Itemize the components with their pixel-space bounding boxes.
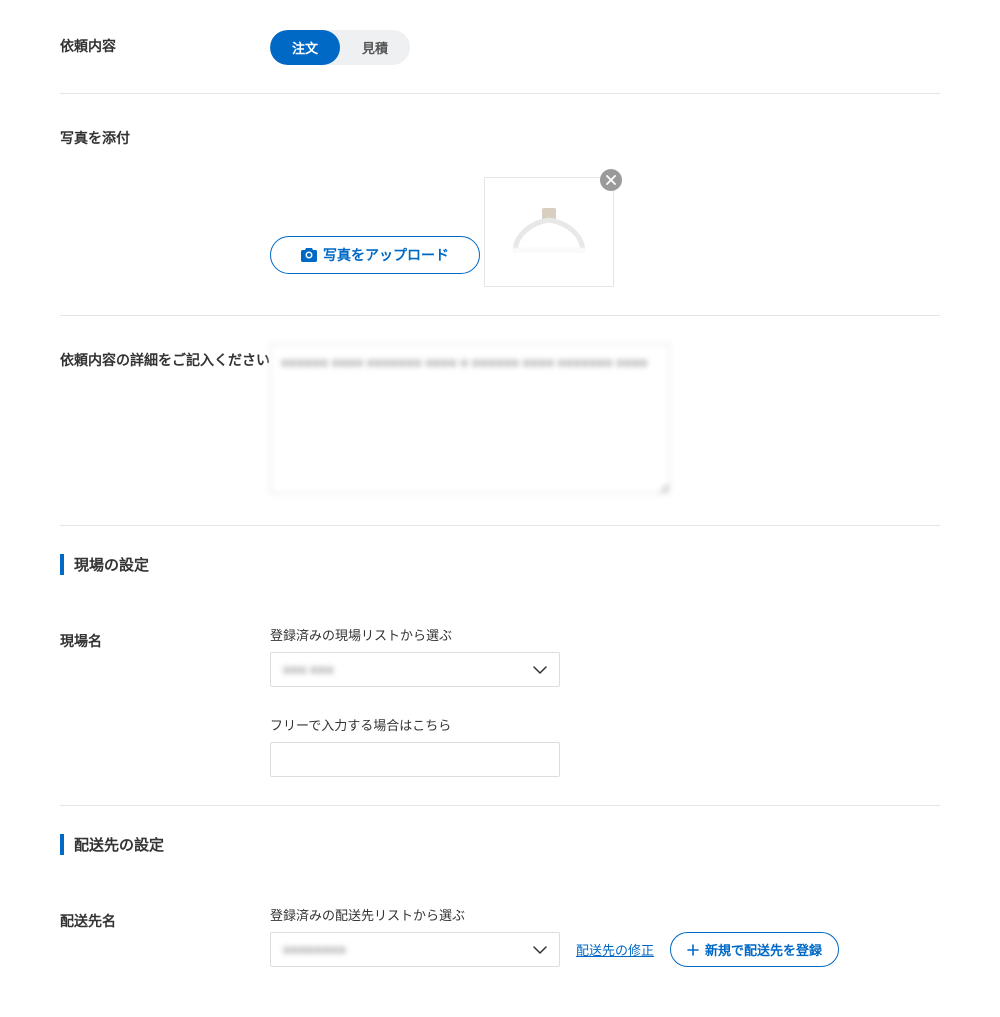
add-delivery-button-label: 新規で配送先を登録: [705, 940, 822, 959]
site-select-value: ■■■ ■■■: [283, 662, 334, 677]
attach-row: 写真を添付 写真をアップロード: [60, 122, 940, 287]
divider: [60, 315, 940, 316]
delivery-select[interactable]: ■■■■■■■■: [270, 932, 560, 967]
photo-thumbnail: [484, 177, 614, 287]
delete-photo-button[interactable]: [600, 169, 622, 191]
request-type-label: 依頼内容: [60, 30, 270, 56]
request-type-quote[interactable]: 見積: [340, 30, 410, 65]
thumbnail-image[interactable]: [484, 177, 614, 287]
delivery-name-label: 配送先名: [60, 905, 270, 931]
upload-photo-button-label: 写真をアップロード: [323, 245, 449, 265]
delivery-select-value: ■■■■■■■■: [283, 942, 346, 957]
site-list-label: 登録済みの現場リストから選ぶ: [270, 625, 940, 644]
site-free-label: フリーで入力する場合はこちら: [270, 715, 940, 734]
delivery-list-label: 登録済みの配送先リストから選ぶ: [270, 905, 940, 924]
details-label: 依頼内容の詳細をご記入ください: [60, 344, 270, 370]
details-textarea[interactable]: [270, 344, 670, 494]
delivery-section-title: 配送先の設定: [60, 834, 940, 855]
details-row: 依頼内容の詳細をご記入ください: [60, 344, 940, 497]
site-section-title: 現場の設定: [60, 554, 940, 575]
divider: [60, 805, 940, 806]
site-name-label: 現場名: [60, 625, 270, 651]
close-icon: [606, 175, 616, 185]
request-type-segmented: 注文 見積: [270, 30, 410, 65]
chevron-down-icon: [533, 666, 547, 674]
delivery-name-row: 配送先名 登録済みの配送先リストから選ぶ ■■■■■■■■ 配送先の修正: [60, 905, 940, 967]
attach-label: 写真を添付: [60, 122, 270, 148]
plus-icon: [687, 944, 699, 956]
chevron-down-icon: [533, 946, 547, 954]
site-name-row: 現場名 登録済みの現場リストから選ぶ ■■■ ■■■ フリーで入力する場合はこち…: [60, 625, 940, 777]
site-select[interactable]: ■■■ ■■■: [270, 652, 560, 687]
divider: [60, 93, 940, 94]
request-type-order[interactable]: 注文: [270, 30, 340, 65]
site-free-input[interactable]: [270, 742, 560, 777]
request-type-row: 依頼内容 注文 見積: [60, 30, 940, 65]
camera-icon: [301, 248, 317, 262]
divider: [60, 525, 940, 526]
hanger-icon: [504, 202, 594, 262]
upload-photo-button[interactable]: 写真をアップロード: [270, 236, 480, 274]
edit-delivery-link[interactable]: 配送先の修正: [576, 940, 654, 959]
add-delivery-button[interactable]: 新規で配送先を登録: [670, 932, 839, 967]
